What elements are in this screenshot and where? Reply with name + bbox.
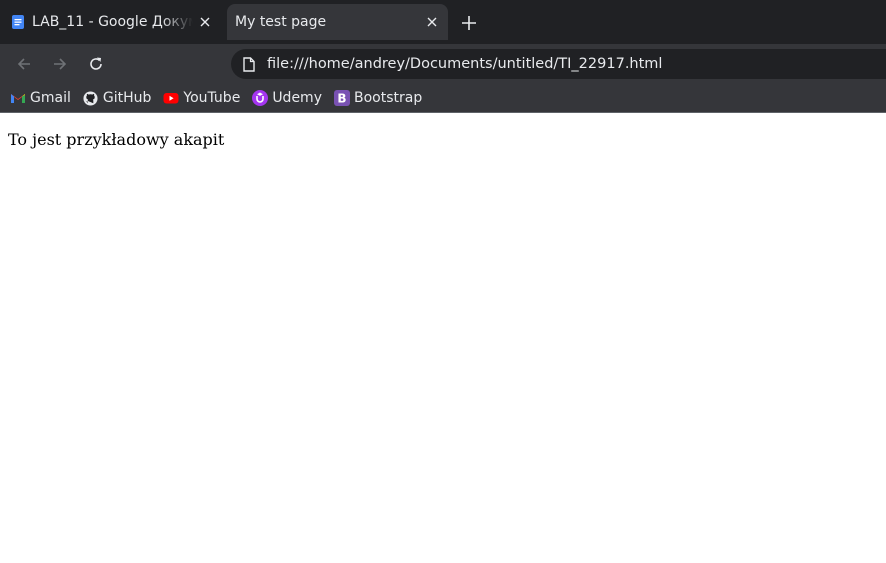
close-icon[interactable] — [424, 14, 440, 30]
github-icon — [83, 90, 99, 106]
arrow-right-icon — [54, 58, 67, 70]
new-tab-button[interactable] — [458, 12, 480, 34]
bookmark-label: Udemy — [272, 90, 322, 106]
toolbar: file:///home/andrey/Documents/untitled/T… — [0, 44, 886, 84]
udemy-icon — [252, 90, 269, 106]
youtube-icon — [163, 90, 179, 106]
url-text[interactable]: file:///home/andrey/Documents/untitled/T… — [267, 56, 662, 72]
paragraph: To jest przykładowy akapit — [8, 130, 225, 149]
tab-lab11[interactable]: LAB_11 - Google Докуме — [0, 4, 221, 40]
google-docs-icon — [10, 14, 26, 30]
tab-my-test-page[interactable]: My test page — [227, 4, 448, 40]
file-icon — [241, 56, 257, 72]
bookmark-label: GitHub — [102, 90, 152, 106]
reload-button[interactable] — [84, 52, 108, 76]
bookmark-bootstrap[interactable]: B Bootstrap — [333, 86, 423, 110]
bookmark-label: Gmail — [30, 90, 71, 106]
bookmark-github[interactable]: GitHub — [83, 86, 152, 110]
bookmark-youtube[interactable]: YouTube — [163, 86, 240, 110]
plus-icon — [462, 16, 476, 30]
gmail-icon — [10, 90, 26, 106]
tab-strip: LAB_11 - Google Докуме My test page — [0, 0, 886, 44]
bootstrap-icon: B — [333, 90, 350, 106]
bookmark-gmail[interactable]: Gmail — [10, 86, 71, 110]
bookmarks-bar: Gmail GitHub YouTube Udemy B Bootstrap — [0, 84, 886, 113]
page-content: To jest przykładowy akapit — [0, 114, 886, 563]
tab-title: My test page — [235, 14, 327, 30]
close-icon[interactable] — [197, 14, 213, 30]
forward-button[interactable] — [48, 52, 72, 76]
back-button[interactable] — [12, 52, 36, 76]
arrow-left-icon — [17, 58, 30, 70]
bookmark-udemy[interactable]: Udemy — [252, 86, 322, 110]
tab-title: LAB_11 - Google Докуме — [32, 14, 193, 30]
bookmark-label: Bootstrap — [353, 90, 423, 106]
address-bar[interactable]: file:///home/andrey/Documents/untitled/T… — [231, 49, 886, 79]
bookmark-label: YouTube — [183, 90, 241, 106]
svg-text:B: B — [337, 92, 346, 106]
reload-icon — [90, 57, 102, 70]
